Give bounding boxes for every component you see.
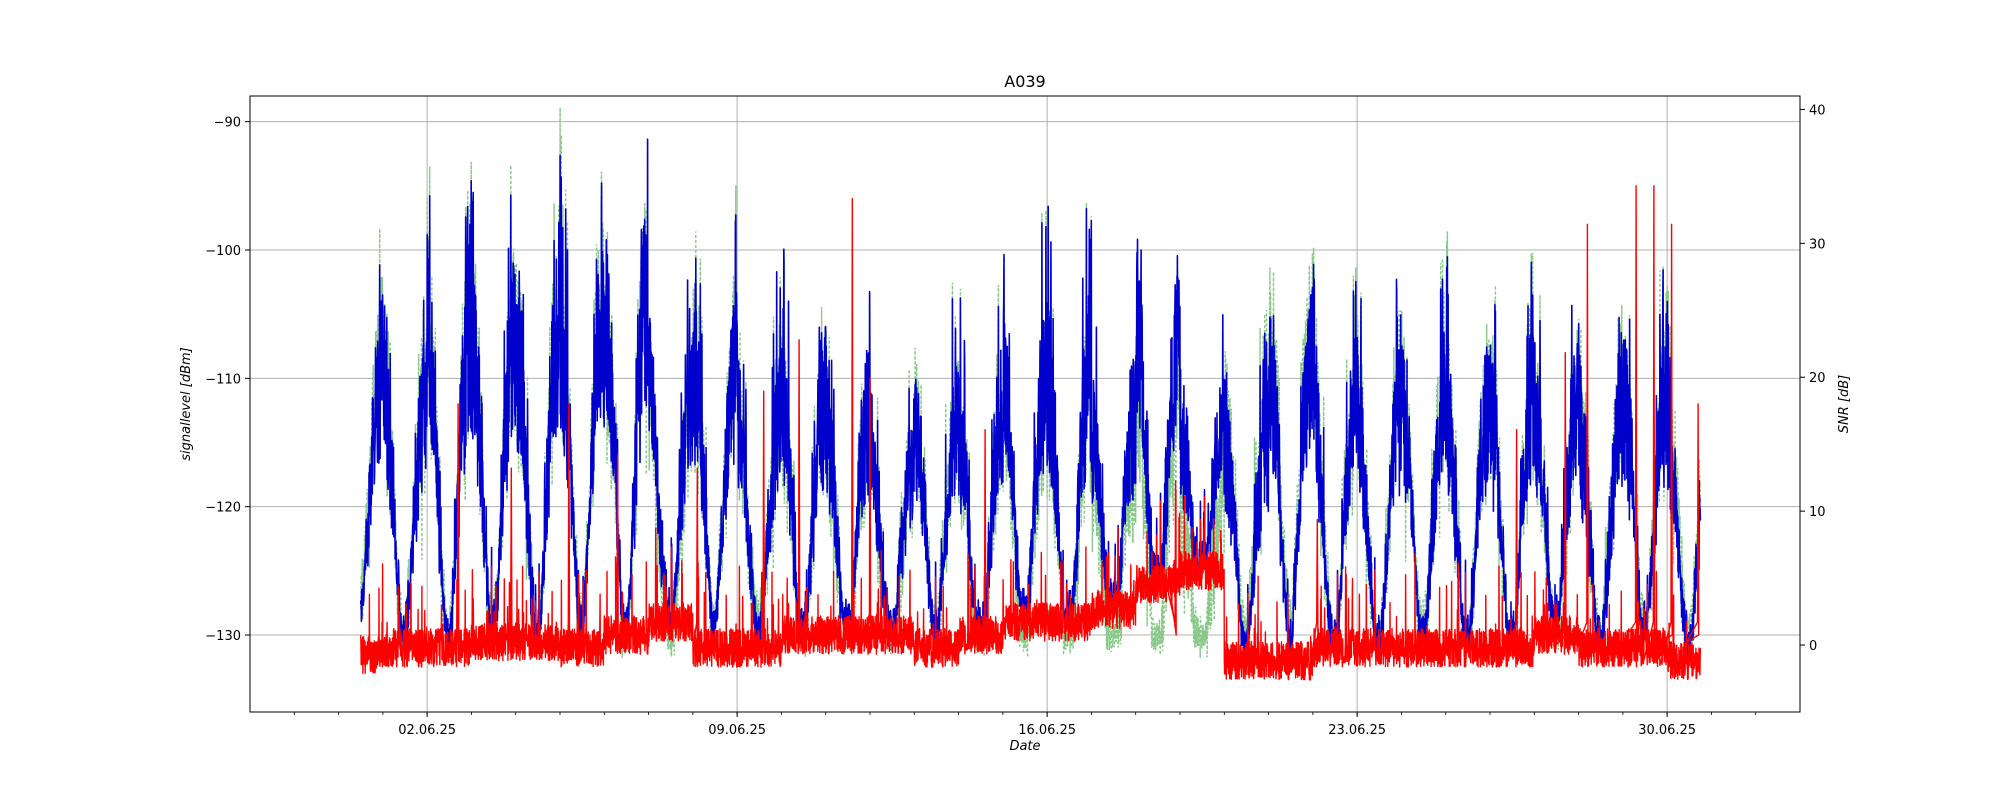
y-left-tick-label: −130 — [205, 629, 241, 644]
y-right-tick-label: 0 — [1809, 639, 1817, 654]
chart-title: A039 — [1004, 72, 1045, 91]
y-left-tick-label: −100 — [205, 244, 241, 259]
y-axis-left-label: signallevel [dBm] — [179, 347, 194, 460]
x-axis-label: Date — [1009, 739, 1040, 754]
x-tick-label: 02.06.25 — [398, 723, 456, 738]
y-right-tick-label: 20 — [1809, 371, 1826, 386]
x-tick-label: 23.06.25 — [1328, 723, 1386, 738]
y-axis-right-label: SNR [dB] — [1837, 375, 1852, 433]
y-left-tick-label: −110 — [205, 372, 241, 387]
y-right-tick-label: 30 — [1809, 237, 1826, 252]
x-tick-label: 30.06.25 — [1638, 723, 1696, 738]
x-axis: 02.06.25 09.06.25 16.06.25 23.06.25 30.06.25 — [293, 712, 1757, 738]
y-right-tick-label: 10 — [1809, 505, 1826, 520]
y-axis-right: 0 10 20 30 40 — [1800, 103, 1826, 654]
x-tick-label: 16.06.25 — [1018, 723, 1076, 738]
chart: 02.06.25 09.06.25 16.06.25 23.06.25 30.06.25… — [179, 72, 1852, 754]
y-left-tick-label: −90 — [214, 116, 241, 131]
y-right-tick-label: 40 — [1809, 103, 1826, 118]
y-left-tick-label: −120 — [205, 501, 241, 516]
x-tick-label: 09.06.25 — [708, 723, 766, 738]
y-axis-left: −90 −100 −110 −120 −130 — [205, 116, 250, 644]
